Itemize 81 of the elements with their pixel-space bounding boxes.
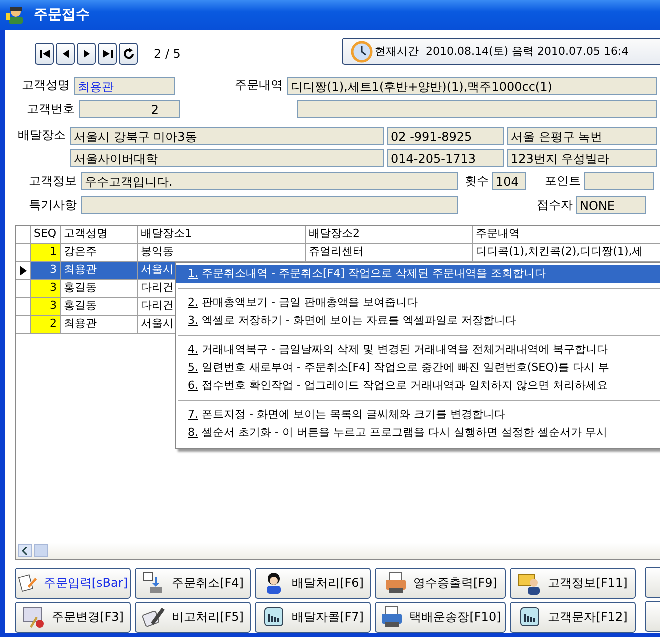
first-record-button[interactable] (35, 42, 54, 65)
horizontal-scrollbar[interactable] (16, 542, 660, 559)
last-record-button[interactable] (98, 42, 117, 65)
field-label: 특기사항 (28, 196, 77, 214)
table-cell: 최용관 (61, 316, 138, 334)
column-header[interactable]: SEQ (31, 226, 61, 244)
clock-icon (351, 40, 373, 63)
table-cell: 3 (31, 280, 61, 298)
order-count-field[interactable]: 104 (492, 172, 526, 190)
field-label: 포인트 (545, 172, 581, 190)
window-title: 주문접수 (34, 6, 90, 24)
menu-item[interactable]: 1. 주문취소내역 - 주문취소[F4] 작업으로 삭제된 주문내역을 조회합니다 (176, 265, 660, 283)
table-cell: 봉익동 (138, 244, 306, 262)
menu-item[interactable]: 7. 폰트지정 - 화면에 보이는 목록의 글씨체와 크기를 변경합니다 (176, 406, 660, 424)
table-cell: 3 (31, 262, 61, 280)
scroll-left-icon[interactable] (18, 544, 32, 558)
table-cell: 홍길동 (61, 298, 138, 316)
skip-first-icon (38, 48, 50, 59)
menu-item[interactable]: 5. 일련번호 새로부여 - 주문취소[F4] 작업으로 중간에 빠진 일련번호(SEQ)를 다시 부 (176, 359, 660, 377)
address-detail-field[interactable]: 서울 은평구 녹번 (507, 127, 657, 146)
address-detail-field[interactable]: 123번지 우성빌라 (507, 149, 657, 168)
phone-field[interactable]: 02 -991-8925 (387, 127, 504, 146)
toolbar-button[interactable]: 배달처리[F6] (255, 568, 371, 599)
menu-item[interactable]: 4. 거래내역복구 - 금일날짜의 삭제 및 변경된 거래내역을 전체거래내역에 복구합니다 (176, 341, 660, 359)
table-cell: 쥬얼리센터 (306, 244, 473, 262)
column-header[interactable]: 고객성명 (61, 226, 138, 244)
table-cell: 홍길동 (61, 280, 138, 298)
toolbar-button[interactable]: 주문변경[F3] (15, 602, 131, 633)
order-field[interactable]: 디디짱(1),세트1(후반+양반)(1),맥주1000cc(1) (287, 76, 657, 95)
note-field[interactable] (81, 196, 458, 214)
table-cell: 최용관 (61, 262, 138, 280)
signal-icon (262, 605, 286, 630)
toolbar-button[interactable]: 영수증출력[F9] (375, 568, 506, 599)
table-cell: 강은주 (61, 244, 138, 262)
column-header[interactable]: 배달장소2 (306, 226, 473, 244)
table-cell: 3 (31, 298, 61, 316)
toolbar-button[interactable]: 주문취소[F4] (135, 568, 251, 599)
next-record-button[interactable] (77, 42, 96, 65)
column-header[interactable]: 주문내역 (473, 226, 660, 244)
customer-name-field[interactable]: 최용관 (74, 76, 175, 95)
refresh-button[interactable] (119, 42, 138, 65)
scroll-thumb[interactable] (34, 544, 48, 558)
phone-field[interactable]: 014-205-1713 (387, 149, 504, 168)
previous-record-button[interactable] (56, 42, 75, 65)
receiver-field[interactable]: NONE (576, 196, 646, 214)
menu-item[interactable]: 6. 접수번호 확인작업 - 업그레이드 작업으로 거래내역과 일치하지 않으면 처리하세요 (176, 377, 660, 395)
field-label: 주문내역 (234, 77, 283, 94)
column-header[interactable]: 배달장소1 (138, 226, 306, 244)
menu-item[interactable]: 8. 셀순서 초기화 - 이 버튼을 누르고 프로그램을 다시 실행하면 설정한 셀순서가 무시 (176, 424, 660, 442)
field-label: 횟수 (465, 172, 489, 190)
printer-icon (384, 571, 408, 596)
address-field[interactable]: 서울시 강북구 미아3동 (70, 127, 384, 146)
address-field[interactable]: 서울사이버대학 (70, 149, 384, 168)
field-label: 고객정보 (28, 172, 77, 190)
skip-last-icon (102, 48, 114, 59)
customer-number-field[interactable]: 2 (79, 100, 180, 118)
toolbar-button[interactable]: 주문입력[sBar] (15, 568, 131, 599)
table-cell: 2 (31, 316, 61, 334)
refresh-icon (122, 48, 134, 60)
order-extra-field[interactable] (297, 100, 657, 118)
record-position: 2 / 5 (154, 46, 182, 61)
printer-icon (380, 605, 404, 630)
toolbar-button[interactable]: 배달자콜[F7] (255, 602, 371, 633)
toolbar-button[interactable]: 고객정보[F11] (510, 568, 636, 599)
signal-icon (518, 605, 542, 630)
field-label: 배달장소 (17, 127, 66, 144)
field-label: 고객번호 (26, 100, 75, 118)
pencil-icon (142, 605, 166, 630)
toolbar-button[interactable]: 택배운송장[F10] (375, 602, 506, 633)
person-icon (6, 5, 26, 25)
table-cell: 1 (31, 244, 61, 262)
clock-button[interactable]: 현재시간 2010.08.14(토) 음력 2010.07.05 16:4 (342, 38, 660, 66)
customer-info-field[interactable]: 우수고객입니다. (81, 172, 458, 190)
field-label: 고객성명 (20, 77, 70, 94)
table-cell: 디디콕(1),치킨콕(2),디디짱(1),세 (473, 244, 660, 262)
points-field[interactable] (584, 172, 654, 190)
toolbar-button[interactable]: 고객문자[F12] (510, 602, 636, 633)
toolbar-button[interactable]: 비고처리[F5] (135, 602, 251, 633)
field-label: 접수자 (537, 196, 573, 214)
tools-icon (22, 605, 46, 630)
current-row-icon (20, 266, 26, 276)
